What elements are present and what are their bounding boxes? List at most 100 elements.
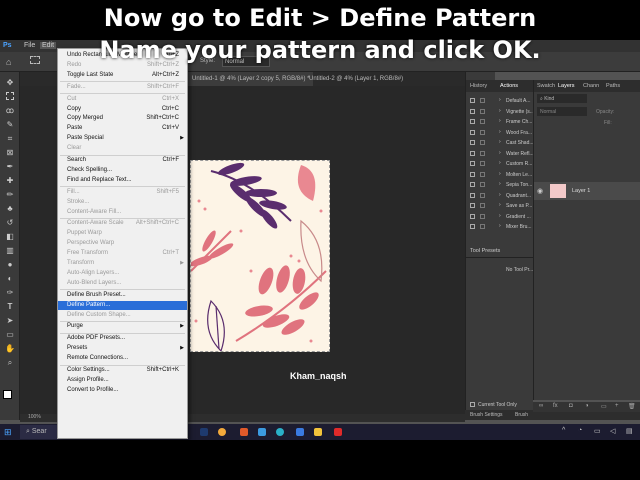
tab-brush[interactable]: Brush bbox=[515, 412, 528, 418]
action-enabled-checkbox[interactable] bbox=[470, 140, 475, 145]
tab-paths[interactable]: Paths bbox=[606, 83, 620, 89]
action-enabled-checkbox[interactable] bbox=[470, 203, 475, 208]
menu-item-fade[interactable]: Fade... Shift+Ctrl+F bbox=[58, 83, 187, 92]
rect-marquee-tool-icon[interactable] bbox=[6, 92, 14, 100]
menu-item-content-aware-fill[interactable]: Content-Aware Fill... bbox=[58, 208, 187, 217]
action-row[interactable]: › Mixer Bru... bbox=[466, 222, 533, 232]
gradient-tool-icon[interactable]: ▥ bbox=[5, 246, 15, 256]
link-layers-icon[interactable]: ∞ bbox=[539, 403, 543, 409]
trash-icon[interactable]: 🗑 bbox=[628, 403, 636, 410]
menu-item-paste[interactable]: Paste Ctrl+V bbox=[58, 124, 187, 133]
tray-chevron-icon[interactable]: ^ bbox=[562, 427, 565, 434]
zoom-level[interactable]: 100% bbox=[28, 414, 41, 420]
menu-item-assign-profile[interactable]: Assign Profile... bbox=[58, 376, 187, 385]
menu-item-search[interactable]: Search Ctrl+F bbox=[58, 156, 187, 165]
menu-item-content-aware-scale[interactable]: Content-Aware Scale Alt+Shift+Ctrl+C bbox=[58, 219, 187, 228]
action-enabled-checkbox[interactable] bbox=[470, 182, 475, 187]
expand-chevron-icon[interactable]: › bbox=[499, 139, 501, 145]
menu-item-define-brush-preset[interactable]: Define Brush Preset... bbox=[58, 291, 187, 300]
dialog-toggle-icon[interactable] bbox=[480, 182, 485, 187]
action-row[interactable]: › Frame Ch... bbox=[466, 117, 533, 127]
foreground-color-swatch[interactable] bbox=[3, 390, 12, 399]
stamp-tool-icon[interactable]: ♣ bbox=[5, 204, 15, 214]
new-layer-icon[interactable]: + bbox=[615, 403, 619, 409]
visibility-eye-icon[interactable]: ◉ bbox=[537, 187, 543, 195]
menu-item-color-settings[interactable]: Color Settings... Shift+Ctrl+K bbox=[58, 366, 187, 375]
menu-item-presets[interactable]: Presets ▶ bbox=[58, 344, 187, 353]
edge-taskbar-icon[interactable] bbox=[276, 428, 284, 436]
zoom-tool-icon[interactable]: ⌕ bbox=[5, 358, 15, 368]
adjustment-icon[interactable]: ◑ bbox=[585, 403, 589, 409]
menu-item-auto-align-layers[interactable]: Auto-Align Layers... bbox=[58, 269, 187, 278]
action-row[interactable]: › Water Refl... bbox=[466, 149, 534, 159]
current-tool-only-checkbox[interactable] bbox=[470, 402, 475, 407]
menu-item-cut[interactable]: Cut Ctrl+X bbox=[58, 95, 187, 104]
doc-tab-untitled-2[interactable]: Untitled-2 @ 4% (Layer 1, RGB/8#) bbox=[305, 72, 407, 86]
windows-start-icon[interactable]: ⊞ bbox=[4, 427, 12, 438]
action-enabled-checkbox[interactable] bbox=[470, 224, 475, 229]
brush-tool-icon[interactable]: ✏ bbox=[5, 190, 15, 200]
youtube-taskbar-icon[interactable] bbox=[334, 428, 342, 436]
menu-item-auto-blend-layers[interactable]: Auto-Blend Layers... bbox=[58, 279, 187, 288]
menu-item-free-transform[interactable]: Free Transform Ctrl+T bbox=[58, 249, 187, 258]
eyedropper-tool-icon[interactable]: ✒ bbox=[5, 162, 15, 172]
dialog-toggle-icon[interactable] bbox=[480, 140, 485, 145]
menu-item-paste-special[interactable]: Paste Special ▶ bbox=[58, 134, 187, 143]
crop-tool-icon[interactable]: ⌗ bbox=[5, 134, 15, 144]
blur-tool-icon[interactable]: ● bbox=[5, 260, 15, 270]
network-icon[interactable]: ◔ bbox=[578, 427, 582, 434]
menu-item-check-spelling[interactable]: Check Spelling... bbox=[58, 166, 187, 175]
healing-brush-tool-icon[interactable]: ✚ bbox=[5, 176, 15, 186]
menu-item-adobe-pdf-presets[interactable]: Adobe PDF Presets... bbox=[58, 334, 187, 343]
action-enabled-checkbox[interactable] bbox=[470, 150, 475, 156]
type-tool-icon[interactable]: T bbox=[5, 302, 15, 312]
move-tool-icon[interactable]: ✥ bbox=[5, 78, 15, 88]
menu-item-stroke[interactable]: Stroke... bbox=[58, 198, 187, 207]
expand-chevron-icon[interactable]: › bbox=[499, 129, 501, 135]
path-select-tool-icon[interactable]: ➤ bbox=[5, 316, 15, 326]
action-enabled-checkbox[interactable] bbox=[470, 98, 475, 103]
action-row[interactable]: › Cast Shad... bbox=[466, 138, 534, 148]
tab-layers[interactable]: Layers bbox=[558, 83, 575, 89]
lasso-tool-icon[interactable]: ꝏ bbox=[5, 106, 15, 116]
chrome-taskbar-icon[interactable] bbox=[218, 428, 226, 436]
menu-item-purge[interactable]: Purge ▶ bbox=[58, 322, 187, 331]
dialog-toggle-icon[interactable] bbox=[480, 150, 485, 156]
menu-item-puppet-warp[interactable]: Puppet Warp bbox=[58, 229, 187, 238]
expand-chevron-icon[interactable]: › bbox=[499, 160, 501, 166]
action-enabled-checkbox[interactable] bbox=[470, 119, 475, 124]
dialog-toggle-icon[interactable] bbox=[480, 224, 485, 229]
dialog-toggle-icon[interactable] bbox=[480, 98, 485, 103]
tab-swatches[interactable]: Swatch bbox=[537, 83, 555, 89]
action-enabled-checkbox[interactable] bbox=[470, 129, 475, 135]
menu-item-copy-merged[interactable]: Copy Merged Shift+Ctrl+C bbox=[58, 114, 187, 123]
menu-item-define-custom-shape[interactable]: Define Custom Shape... bbox=[58, 311, 187, 320]
frame-tool-icon[interactable]: ⊠ bbox=[5, 148, 15, 158]
fx-icon[interactable]: fx bbox=[553, 403, 558, 409]
photoshop-taskbar-icon[interactable] bbox=[200, 428, 208, 436]
action-enabled-checkbox[interactable] bbox=[470, 192, 475, 198]
menu-item-remote-connections[interactable]: Remote Connections... bbox=[58, 354, 187, 363]
dodge-tool-icon[interactable]: ◐ bbox=[5, 274, 15, 284]
layer-name[interactable]: Layer 1 bbox=[572, 188, 590, 194]
tab-actions[interactable]: Actions bbox=[500, 83, 518, 89]
layer-row[interactable]: ◉ Layer 1 bbox=[534, 182, 640, 200]
menu-item-transform[interactable]: Transform ▶ bbox=[58, 259, 187, 268]
mask-icon[interactable]: ◘ bbox=[569, 403, 573, 409]
expand-chevron-icon[interactable]: › bbox=[499, 108, 501, 114]
action-row[interactable]: › Molten Le... bbox=[466, 170, 533, 180]
action-row[interactable]: › Save as P... bbox=[466, 201, 533, 211]
shape-tool-icon[interactable]: ▭ bbox=[5, 330, 15, 340]
eraser-tool-icon[interactable]: ◧ bbox=[5, 232, 15, 242]
history-brush-tool-icon[interactable]: ↺ bbox=[5, 218, 15, 228]
action-enabled-checkbox[interactable] bbox=[470, 161, 475, 166]
dialog-toggle-icon[interactable] bbox=[480, 129, 485, 135]
tab-brush-settings[interactable]: Brush Settings bbox=[470, 412, 503, 418]
expand-chevron-icon[interactable]: › bbox=[499, 223, 501, 229]
dialog-toggle-icon[interactable] bbox=[480, 171, 485, 177]
taskbar-search[interactable]: ⌕ Sear bbox=[20, 425, 58, 439]
pen-tool-icon[interactable]: ✑ bbox=[5, 288, 15, 298]
dialog-toggle-icon[interactable] bbox=[480, 192, 485, 198]
folder-taskbar-icon[interactable] bbox=[314, 428, 322, 436]
app2-taskbar-icon[interactable] bbox=[258, 428, 266, 436]
